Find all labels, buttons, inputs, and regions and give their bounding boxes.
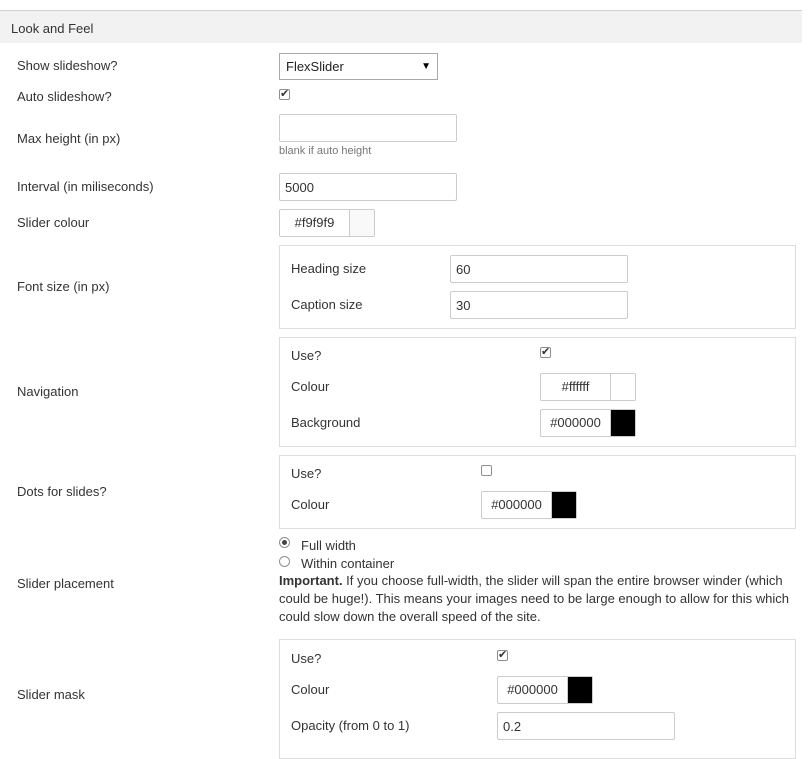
section-title: Look and Feel (11, 21, 94, 36)
placement-within-container-label[interactable]: Within container (301, 556, 394, 571)
dots-colour-value: #000000 (482, 492, 552, 518)
font-size-label: Font size (in px) (17, 279, 110, 294)
navigation-background-value: #000000 (541, 410, 611, 436)
max-height-hint: blank if auto height (279, 145, 372, 157)
mask-colour-swatch[interactable] (568, 677, 592, 703)
slider-colour-value: #f9f9f9 (280, 210, 350, 236)
dots-colour-picker[interactable]: #000000 (481, 491, 577, 519)
navigation-use-label: Use? (291, 348, 322, 363)
mask-colour-picker[interactable]: #000000 (497, 676, 593, 704)
interval-input[interactable] (279, 173, 457, 201)
dots-colour-swatch[interactable] (552, 492, 576, 518)
navigation-colour-label: Colour (291, 379, 330, 394)
navigation-background-swatch[interactable] (611, 410, 635, 436)
heading-size-input[interactable] (450, 255, 628, 283)
slider-colour-label: Slider colour (17, 215, 90, 230)
placement-note-text: If you choose full-width, the slider wil… (279, 573, 789, 624)
dots-use-checkbox[interactable] (481, 465, 492, 476)
navigation-label: Navigation (17, 384, 79, 399)
max-height-label: Max height (in px) (17, 131, 121, 146)
navigation-colour-picker[interactable]: #ffffff (540, 373, 636, 401)
navigation-use-checkbox[interactable] (540, 345, 551, 358)
navigation-colour-value: #ffffff (541, 374, 611, 400)
slideshow-select[interactable]: FlexSlider ▼ (279, 53, 438, 80)
placement-within-container-radio[interactable] (279, 556, 290, 567)
caption-size-label: Caption size (291, 297, 363, 312)
slider-colour-swatch[interactable] (350, 210, 374, 236)
max-height-input[interactable] (279, 114, 457, 142)
dots-use-label: Use? (291, 466, 322, 481)
mask-opacity-label: Opacity (from 0 to 1) (291, 718, 410, 733)
navigation-group (279, 337, 796, 447)
auto-slideshow-label: Auto slideshow? (17, 89, 112, 104)
slider-mask-label: Slider mask (17, 687, 85, 702)
chevron-down-icon: ▼ (421, 61, 431, 72)
navigation-background-picker[interactable]: #000000 (540, 409, 636, 437)
mask-colour-value: #000000 (498, 677, 568, 703)
mask-use-label: Use? (291, 651, 322, 666)
heading-size-label: Heading size (291, 261, 367, 276)
navigation-background-label: Background (291, 415, 361, 430)
navigation-colour-swatch[interactable] (611, 374, 635, 400)
caption-size-input[interactable] (450, 291, 628, 319)
auto-slideshow-checkbox[interactable] (279, 87, 290, 100)
interval-label: Interval (in miliseconds) (17, 179, 154, 194)
section-header: Look and Feel (0, 10, 802, 43)
mask-opacity-input[interactable] (497, 712, 675, 740)
slideshow-select-value: FlexSlider (286, 59, 344, 74)
placement-full-width-radio[interactable] (279, 537, 290, 548)
mask-colour-label: Colour (291, 682, 330, 697)
mask-use-checkbox[interactable] (497, 648, 508, 661)
placement-note-bold: Important. (279, 573, 343, 588)
dots-colour-label: Colour (291, 497, 330, 512)
slider-placement-label: Slider placement (17, 576, 114, 591)
placement-full-width-label[interactable]: Full width (301, 538, 356, 553)
slider-colour-picker[interactable]: #f9f9f9 (279, 209, 375, 237)
placement-note: Important. If you choose full-width, the… (279, 572, 799, 626)
dots-label: Dots for slides? (17, 484, 107, 499)
show-slideshow-label: Show slideshow? (17, 58, 118, 73)
